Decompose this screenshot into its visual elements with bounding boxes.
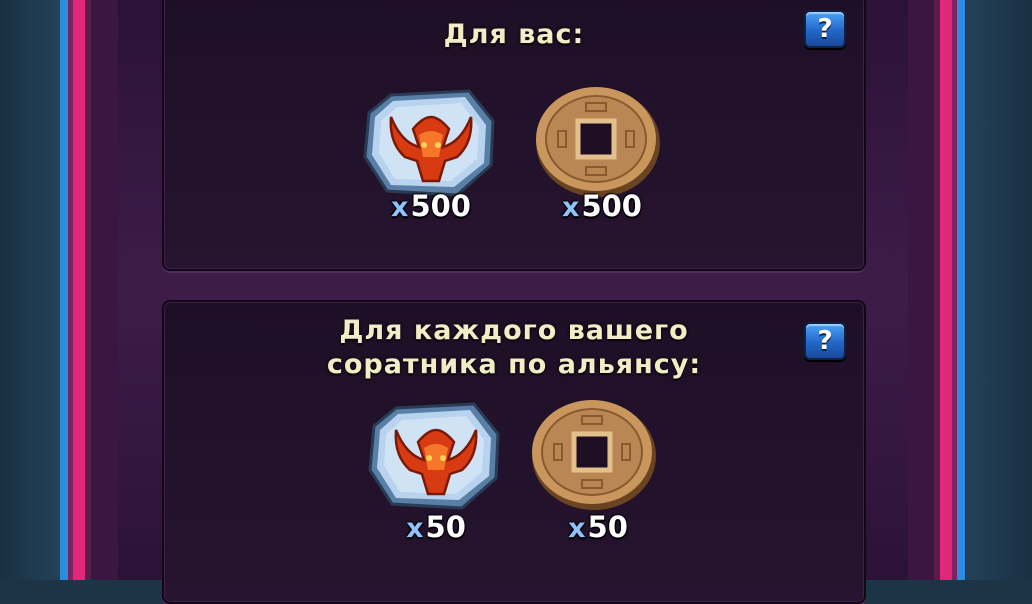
reward-count: x50 (568, 510, 628, 544)
reward-bull-token: x50 (366, 400, 506, 560)
bull-emblem-token-icon (363, 89, 495, 197)
section-title: Для вас: (443, 19, 585, 50)
rewards-for-allies-panel: Для каждого вашего соратника по альянсу:… (162, 300, 866, 604)
left-background (0, 0, 60, 580)
reward-count: x500 (562, 189, 642, 223)
help-button[interactable]: ? (804, 10, 846, 48)
section-title: Для каждого вашего соратника по альянсу: (326, 315, 702, 380)
bull-emblem-token-icon (368, 402, 500, 510)
rewards-for-you-panel: Для вас: ? x500 x500 (162, 0, 866, 271)
help-button[interactable]: ? (804, 322, 846, 360)
bronze-coin-icon (532, 400, 656, 510)
reward-bull-token: x500 (361, 87, 501, 247)
bronze-coin-icon (536, 87, 660, 197)
right-background (966, 0, 1032, 580)
reward-coin: x50 (528, 400, 668, 560)
reward-coin: x500 (532, 87, 672, 247)
reward-count: x50 (406, 510, 466, 544)
reward-count: x500 (391, 189, 471, 223)
